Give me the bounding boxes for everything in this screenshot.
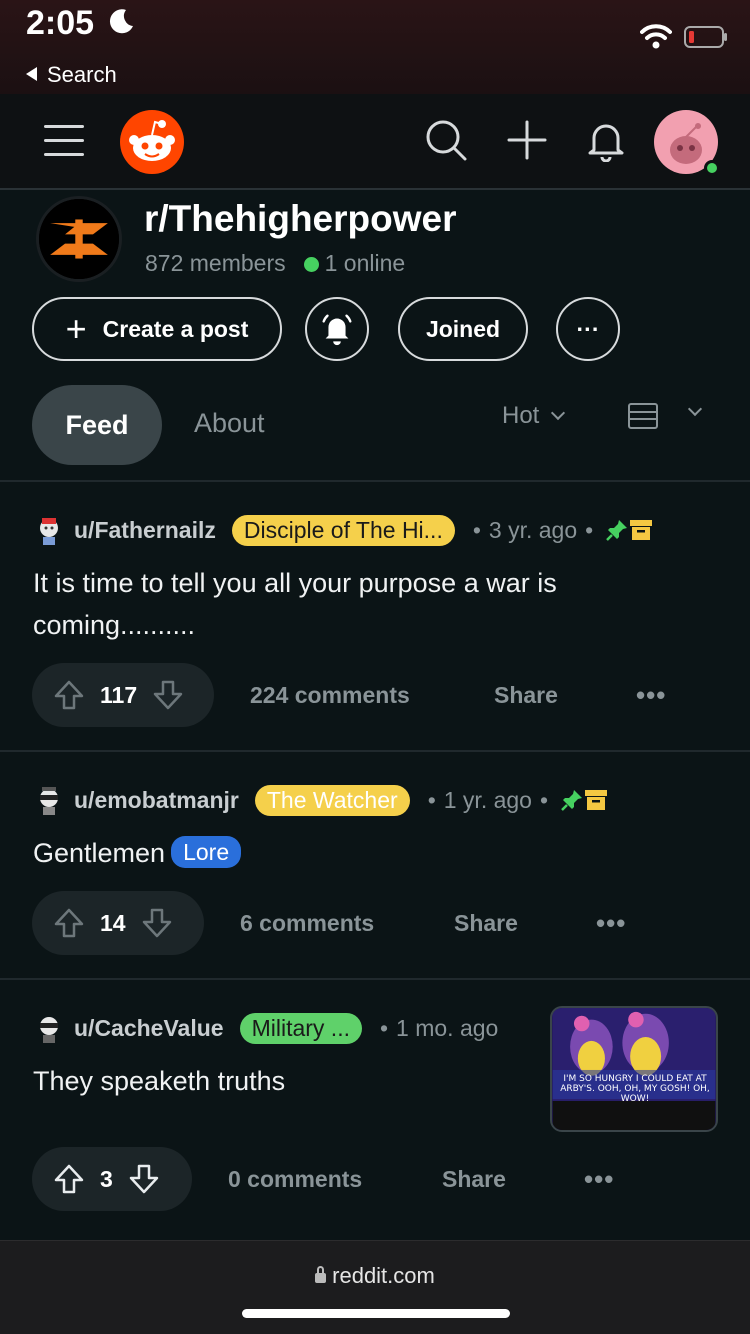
comments-button[interactable]: 0 comments	[228, 1166, 362, 1193]
post-age: 3 yr. ago	[488, 516, 578, 543]
post-more-button[interactable]: •••	[596, 908, 626, 939]
post[interactable]: u/CacheValue Military ... • 1 mo. ago Th…	[0, 1006, 750, 1238]
post-meta: u/Fathernailz Disciple of The Hi... • 3 …	[36, 512, 653, 548]
post-thumbnail[interactable]: I'M SO HUNGRY I COULD EAT AT ARBY'S. OOH…	[550, 1006, 718, 1132]
view-mode-dropdown[interactable]	[676, 401, 703, 424]
vote-count: 117	[100, 681, 138, 708]
archive-icon	[585, 790, 608, 810]
subreddit-icon	[36, 196, 122, 282]
bell-ringing-icon	[322, 314, 352, 346]
vote-bar: 117	[32, 663, 214, 727]
vote-count: 14	[100, 909, 126, 936]
upvote-icon[interactable]	[52, 1162, 86, 1196]
more-options-button[interactable]: ···	[556, 297, 620, 361]
user-avatar-icon	[40, 787, 58, 815]
menu-icon[interactable]	[44, 125, 84, 159]
user-flair: Military ...	[239, 1012, 362, 1044]
post-meta: u/emobatmanjr The Watcher • 1 yr. ago •	[36, 782, 608, 818]
thumbnail-image	[552, 1008, 716, 1130]
avatar[interactable]	[654, 110, 720, 176]
downvote-icon[interactable]	[151, 678, 185, 712]
divider	[0, 480, 750, 482]
moon-icon	[109, 9, 133, 34]
chevron-down-icon	[551, 405, 566, 421]
plus-icon[interactable]	[505, 118, 549, 162]
app-header	[0, 94, 750, 190]
url-bar[interactable]: reddit.com	[0, 1263, 750, 1289]
post-title[interactable]: Gentlemen Lore	[33, 832, 242, 874]
back-to-search[interactable]: Search	[26, 62, 117, 88]
notification-bell-button[interactable]	[305, 297, 369, 361]
battery-icon	[684, 26, 727, 48]
post-tag-lore: Lore	[171, 836, 242, 868]
chevron-down-icon	[687, 401, 703, 417]
post-meta: u/CacheValue Military ... • 1 mo. ago	[36, 1010, 498, 1046]
plus-icon: +	[65, 308, 87, 349]
home-indicator[interactable]	[242, 1309, 510, 1318]
pin-icon	[606, 520, 628, 541]
browser-bar: reddit.com	[0, 1240, 750, 1334]
vote-count: 3	[100, 1165, 113, 1192]
divider	[0, 978, 750, 980]
post-age: 1 yr. ago	[443, 786, 532, 813]
search-icon[interactable]	[424, 118, 468, 162]
username[interactable]: u/emobatmanjr	[74, 787, 239, 814]
online-indicator	[704, 160, 720, 176]
post[interactable]: u/Fathernailz Disciple of The Hi... • 3 …	[0, 512, 750, 752]
divider	[0, 750, 750, 752]
tab-about[interactable]: About	[194, 408, 265, 439]
upvote-icon[interactable]	[52, 678, 86, 712]
user-flair: Disciple of The Hi...	[231, 514, 455, 546]
username[interactable]: u/CacheValue	[74, 1015, 224, 1042]
upvote-icon[interactable]	[52, 906, 86, 940]
post-more-button[interactable]: •••	[636, 680, 666, 711]
create-post-button[interactable]: + Create a post	[32, 297, 282, 361]
subreddit-stats: 872 members 1 online	[145, 250, 405, 277]
vote-bar: 3	[32, 1147, 192, 1211]
reddit-logo[interactable]	[120, 110, 184, 174]
comments-button[interactable]: 6 comments	[240, 910, 374, 937]
bell-icon[interactable]	[584, 118, 628, 162]
online-count: 1 online	[324, 250, 406, 276]
post-more-button[interactable]: •••	[584, 1164, 614, 1195]
comments-button[interactable]: 224 comments	[250, 682, 410, 709]
member-count: 872 members	[145, 250, 286, 276]
pin-icon	[561, 790, 583, 811]
share-button[interactable]: Share	[442, 1166, 506, 1193]
share-button[interactable]: Share	[454, 910, 518, 937]
joined-button[interactable]: Joined	[398, 297, 528, 361]
clock: 2:05	[26, 4, 95, 42]
thumbnail-caption: I'M SO HUNGRY I COULD EAT AT ARBY'S. OOH…	[560, 1074, 710, 1104]
archive-icon	[630, 520, 653, 540]
post-title[interactable]: It is time to tell you all your purpose …	[33, 562, 557, 646]
lock-icon	[315, 1266, 327, 1283]
user-flair: The Watcher	[254, 784, 410, 816]
back-arrow-icon	[26, 67, 37, 81]
post[interactable]: u/emobatmanjr The Watcher • 1 yr. ago • …	[0, 782, 750, 982]
tab-feed[interactable]: Feed	[32, 385, 162, 465]
subreddit-name: r/Thehigherpower	[144, 198, 457, 239]
downvote-icon[interactable]	[127, 1162, 161, 1196]
vote-bar: 14	[32, 891, 204, 955]
view-mode-icon[interactable]	[628, 403, 658, 429]
wifi-icon	[640, 24, 672, 49]
downvote-icon[interactable]	[140, 906, 174, 940]
user-avatar-icon	[40, 1017, 58, 1043]
online-dot-icon	[303, 257, 319, 272]
status-bar: 2:05 Search	[0, 0, 750, 94]
share-button[interactable]: Share	[494, 682, 558, 709]
user-avatar-icon	[40, 518, 58, 545]
post-age: 1 mo. ago	[396, 1014, 499, 1041]
username[interactable]: u/Fathernailz	[74, 517, 216, 544]
sort-dropdown[interactable]: Hot	[502, 402, 566, 430]
post-title[interactable]: They speaketh truths	[33, 1060, 285, 1102]
